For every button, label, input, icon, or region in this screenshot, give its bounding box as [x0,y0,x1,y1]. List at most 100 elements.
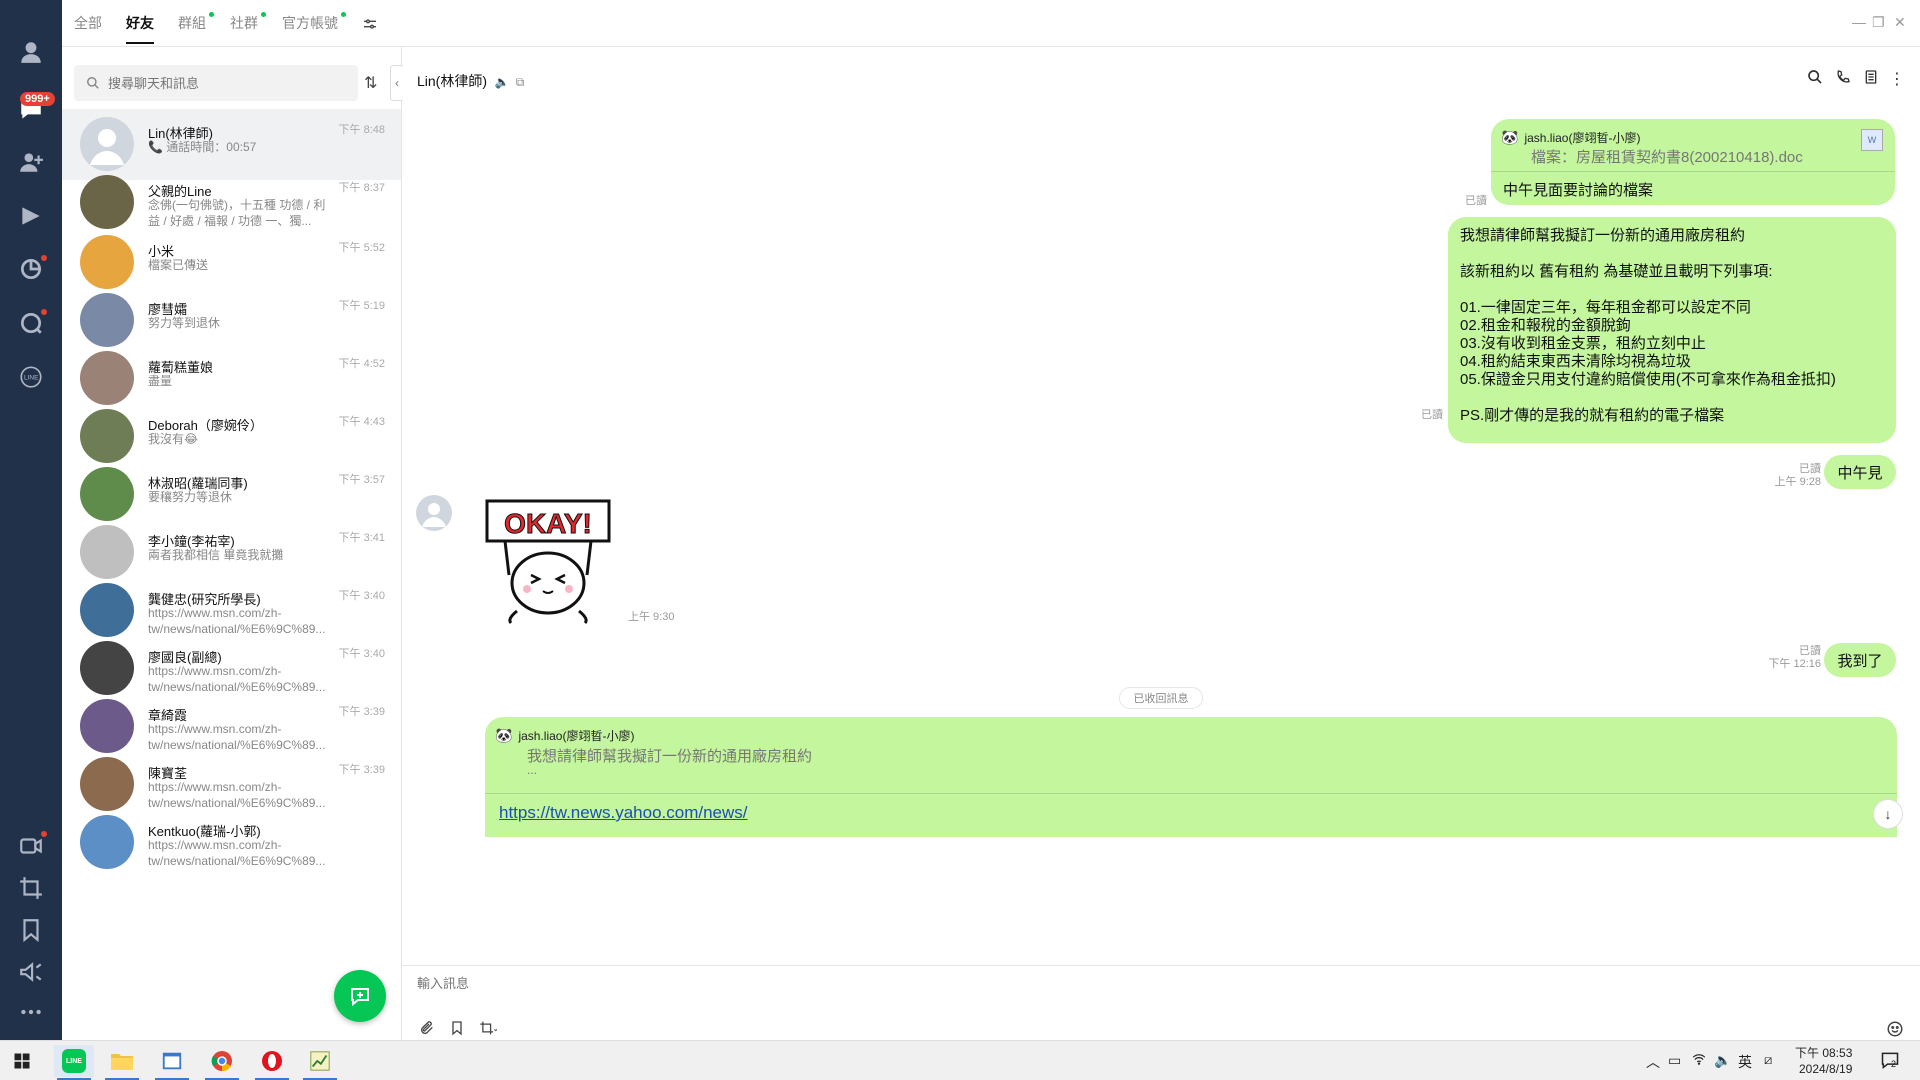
search-input[interactable] [108,75,338,91]
avatar [80,235,134,289]
tray-expand-icon[interactable]: ︿ [1646,1052,1660,1072]
notification-center-icon[interactable]: 2 [1880,1050,1902,1070]
more-icon[interactable] [15,996,47,1028]
filter-settings-icon[interactable] [362,0,378,46]
close-icon[interactable]: ✕ [1894,14,1906,31]
message-list: 🐼 jash.liao(廖翊晢-小廖) 檔案：房屋租賃契約書8(20021041… [403,107,1920,965]
message-line: PS.剛才傳的是我的就有租約的電子檔案 [1460,407,1725,424]
collapse-panel-button[interactable]: ‹ [390,65,404,101]
new-chat-icon [351,988,369,1007]
announce-icon[interactable] [15,956,47,988]
new-chat-button[interactable] [334,970,386,1022]
message-input[interactable] [417,976,1017,991]
search-box[interactable] [74,65,358,101]
search-icon[interactable] [1807,69,1823,90]
message-line: 04.租約結束東西未清除均視為垃圾 [1460,353,1691,370]
okay-sticker[interactable]: OKAY! [483,495,613,625]
mute-icon[interactable]: 🔈 [495,75,510,89]
brown-avatar-icon: 🐼 [495,727,513,743]
chat-preview: 盡量 [148,374,173,388]
screenshot-icon[interactable] [479,1020,498,1041]
chat-preview: 努力等到退休 [148,316,221,330]
message-bubble-text[interactable]: 我到了 [1824,643,1896,677]
restore-icon[interactable]: ❐ [1872,14,1885,31]
conversation-header: Lin(林律師) 🔈 ⧉ ⋮ [403,47,1920,107]
voom-icon[interactable] [15,200,47,232]
chat-preview: 我沒有😂 [148,432,199,446]
read-receipt: 已讀 下午 12:16 [1768,645,1821,670]
attach-icon[interactable] [419,1020,435,1041]
chat-preview: 📞 通話時間：00:57 [148,140,257,154]
chat-preview: https://www.msn.com/zh-tw/news/national/… [148,838,326,868]
chat-preview: 檔案已傳送 [148,258,209,272]
tab-dot [261,12,266,17]
input-mode-icon[interactable]: ⧄ [1764,1052,1772,1068]
battery-icon[interactable]: ▭ [1668,1052,1681,1069]
volume-icon[interactable]: 🔈 [1714,1052,1731,1069]
conversation-title: Lin(林律師) 🔈 ⧉ [417,73,525,89]
tab-community[interactable]: 社群 [230,0,266,46]
message-bubble-text[interactable]: 中午見 [1824,455,1896,489]
line-logo-icon[interactable]: LINE [15,361,47,393]
chat-list-item[interactable]: Kentkuo(蘿瑞-小郭) https://www.msn.com/zh-tw/… [62,807,401,878]
quote-file-name: 檔案：房屋租賃契約書8(200210418).doc [1531,149,1803,166]
avatar [80,641,134,695]
message-line [1460,245,1884,263]
notify-dot [41,309,47,315]
menu-more-icon[interactable]: ⋮ [1889,69,1905,89]
chat-list-panel: ⇅ ‹ Lin(林律師)📞 通話時間：00:57下午 8:48父親的Line念佛… [62,47,404,1040]
tab-groups[interactable]: 群組 [178,0,214,46]
taskbar-chart-app-icon[interactable] [300,1045,340,1080]
taskbar-line-icon[interactable]: LINE [54,1045,94,1080]
left-rail: 999+ LINE [0,0,62,1040]
avatar [80,409,134,463]
chat-time: 下午 3:40 [338,648,385,660]
sender-avatar[interactable] [416,495,452,531]
avatar [80,815,134,869]
message-line: 02.租金和報稅的金額脫鉤 [1460,317,1631,334]
crop-icon[interactable] [15,872,47,904]
avatar [80,117,134,171]
avatar [80,351,134,405]
add-friend-icon[interactable] [15,146,47,178]
notes-icon[interactable] [1863,69,1879,90]
taskbar-window-icon[interactable] [152,1045,192,1080]
ime-indicator[interactable]: 英 [1738,1052,1752,1072]
start-icon[interactable] [2,1045,42,1077]
notification-count: 2 [1891,1059,1897,1069]
quote-sender: jash.liao(廖翊晢-小廖) [1524,131,1641,145]
chat-time: 下午 3:57 [338,474,385,486]
wifi-icon[interactable] [1692,1052,1706,1069]
taskbar-explorer-icon[interactable] [102,1045,142,1080]
message-time: 上午 9:30 [628,611,675,623]
chat-time: 下午 3:40 [338,590,385,602]
read-receipt: 已讀 上午 9:28 [1774,463,1821,488]
chat-time: 下午 4:43 [338,416,385,428]
taskbar-opera-icon[interactable] [252,1045,292,1080]
chat-time: 下午 8:37 [338,182,385,194]
tab-official[interactable]: 官方帳號 [282,0,346,46]
tab-friends[interactable]: 好友 [126,0,154,46]
taskbar-clock[interactable]: 下午 08:53 2024/8/19 [1795,1045,1852,1077]
sort-icon[interactable]: ⇅ [364,73,377,93]
chat-time: 下午 3:41 [338,532,385,544]
unread-badge: 999+ [20,92,55,106]
message-link[interactable]: https://tw.news.yahoo.com/news/ [499,803,748,823]
call-icon[interactable] [1835,69,1851,90]
scroll-to-bottom-button[interactable]: ↓ [1873,799,1903,829]
quote-more: ... [527,763,538,777]
keep-icon[interactable] [449,1020,465,1041]
notify-dot [41,255,47,261]
keep-icon[interactable] [15,914,47,946]
message-bubble-link[interactable]: 🐼 jash.liao(廖翊晢-小廖) 我想請律師幫我擬訂一份新的通用廠房租約 … [485,717,1897,837]
message-bubble-text[interactable]: 我想請律師幫我擬訂一份新的通用廠房租約 該新租約以 舊有租約 為基礎並且載明下列事… [1448,217,1896,443]
chat-preview: 念佛(一句佛號)，十五種 功德 / 利益 / 好處 / 福報 / 功德 一、獨.… [148,198,326,228]
message-bubble-file[interactable]: 🐼 jash.liao(廖翊晢-小廖) 檔案：房屋租賃契約書8(20021041… [1491,119,1895,205]
quote-text: 我想請律師幫我擬訂一份新的通用廠房租約 [527,748,813,765]
taskbar-chrome-icon[interactable] [202,1045,242,1080]
profile-icon[interactable] [15,36,47,68]
message-line: 該新租約以 舊有租約 為基礎並且載明下列事項: [1460,263,1773,280]
tab-all[interactable]: 全部 [74,0,102,46]
copy-icon[interactable]: ⧉ [516,75,525,89]
minimize-icon[interactable]: — [1852,14,1866,30]
